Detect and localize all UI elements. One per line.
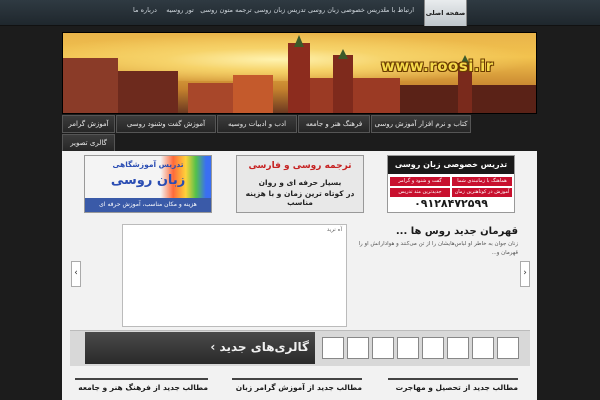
slider-caption: آه نرید xyxy=(326,227,342,233)
ad-private-phone: ۰۹۱۲۸۴۷۲۵۹۹ xyxy=(414,197,488,210)
gallery-thumbnail[interactable] xyxy=(397,337,419,359)
banner-building xyxy=(233,75,273,113)
nav-translation[interactable]: ترجمه متون روسی xyxy=(200,6,252,20)
gallery-thumbnail[interactable] xyxy=(372,337,394,359)
banner-building xyxy=(63,58,118,113)
ad-private-row: گفت و شنود و گرامر xyxy=(390,177,450,186)
header-banner[interactable]: www.roosi.ir xyxy=(62,32,537,114)
nav-about[interactable]: درباره ما xyxy=(130,6,160,20)
category-conversation[interactable]: آموزش گفت وشنود روسی xyxy=(116,115,216,133)
banner-spire xyxy=(338,49,348,59)
footer-heading-culture[interactable]: مطالب جدید از فرهنگ هنر و جامعه xyxy=(75,378,208,398)
banner-building xyxy=(188,83,233,113)
footer-heading-grammar[interactable]: مطالب جدید از آموزش گرامر زبان xyxy=(232,378,362,398)
gallery-thumbnail[interactable] xyxy=(347,337,369,359)
ad-private-head: تدریس خصوصی زبان روسی xyxy=(388,156,514,174)
gallery-label[interactable]: گالری‌های جدید › xyxy=(85,332,315,364)
nav-teaching[interactable]: تدریس زبان روسی xyxy=(254,6,306,20)
ad-translation[interactable]: ترجمه روسی و فارسی بسیار حرفه ای و روان … xyxy=(236,155,364,213)
ad-school-line2: زبان روسی xyxy=(110,173,186,188)
gallery-thumbnail[interactable] xyxy=(472,337,494,359)
category-culture[interactable]: فرهنگ هنر و جامعه xyxy=(298,115,370,133)
ad-school-line1: تدریس آموزشگاهی xyxy=(112,160,184,169)
banner-url: www.roosi.ir xyxy=(381,57,494,75)
news-excerpt: زنان جوان به خاطر او لباس‌هایشان را از ت… xyxy=(358,241,518,256)
ad-translation-line1: ترجمه روسی و فارسی xyxy=(248,161,352,171)
category-grammar[interactable]: آموزش گرامر xyxy=(62,115,115,133)
slider-image[interactable]: آه نرید xyxy=(122,224,347,327)
ad-school[interactable]: تدریس آموزشگاهی زبان روسی هزینه و مکان م… xyxy=(84,155,212,213)
gallery-thumbnail[interactable] xyxy=(497,337,519,359)
footer-heading-immigration[interactable]: مطالب جدید از تحصیل و مهاجرت xyxy=(388,378,518,398)
slider-prev-button[interactable]: ‹ xyxy=(71,261,81,287)
slider-next-button[interactable]: › xyxy=(520,261,530,287)
gallery-thumbnail[interactable] xyxy=(322,337,344,359)
top-navigation: صفحه اصلی ارتباط با ما تدریس خصوصی زبان … xyxy=(0,0,600,26)
ad-translation-line2: بسیار حرفه ای و روان xyxy=(258,178,342,187)
ad-private-tutoring[interactable]: تدریس خصوصی زبان روسی هماهنگ با زمانبندی… xyxy=(387,155,515,213)
news-title[interactable]: قهرمان جدید روس ها ... xyxy=(360,226,518,237)
category-literature[interactable]: ادب و ادبیات روسیه xyxy=(217,115,297,133)
ad-private-row: آموزش در کوتاهترین زمان xyxy=(452,188,512,197)
banner-building xyxy=(310,78,400,113)
nav-tour[interactable]: تور روسیه xyxy=(162,6,198,20)
ad-school-line3: هزینه و مکان مناسب، آموزش حرفه ای xyxy=(85,198,211,212)
gallery-thumbnail[interactable] xyxy=(447,337,469,359)
ad-private-row: جدیدترین متد تدریس xyxy=(390,188,450,197)
banner-tower xyxy=(288,43,310,113)
nav-private-tutoring[interactable]: تدریس خصوصی زبان روسی xyxy=(308,6,385,20)
category-gallery[interactable]: گالری تصویر xyxy=(62,134,115,152)
gallery-thumbnail[interactable] xyxy=(422,337,444,359)
chevron-left-icon: › xyxy=(210,340,216,354)
banner-tower xyxy=(333,55,353,113)
ad-private-row: هماهنگ با زمانبندی شما xyxy=(452,177,512,186)
banner-spire xyxy=(294,35,304,47)
ad-translation-line3: در کوتاه ترین زمان و با هزینه مناسب xyxy=(245,189,355,207)
nav-home[interactable]: صفحه اصلی xyxy=(424,0,467,26)
banner-building xyxy=(118,71,178,113)
category-books-software[interactable]: کتاب و نرم افزار آموزش روسی xyxy=(371,115,471,133)
